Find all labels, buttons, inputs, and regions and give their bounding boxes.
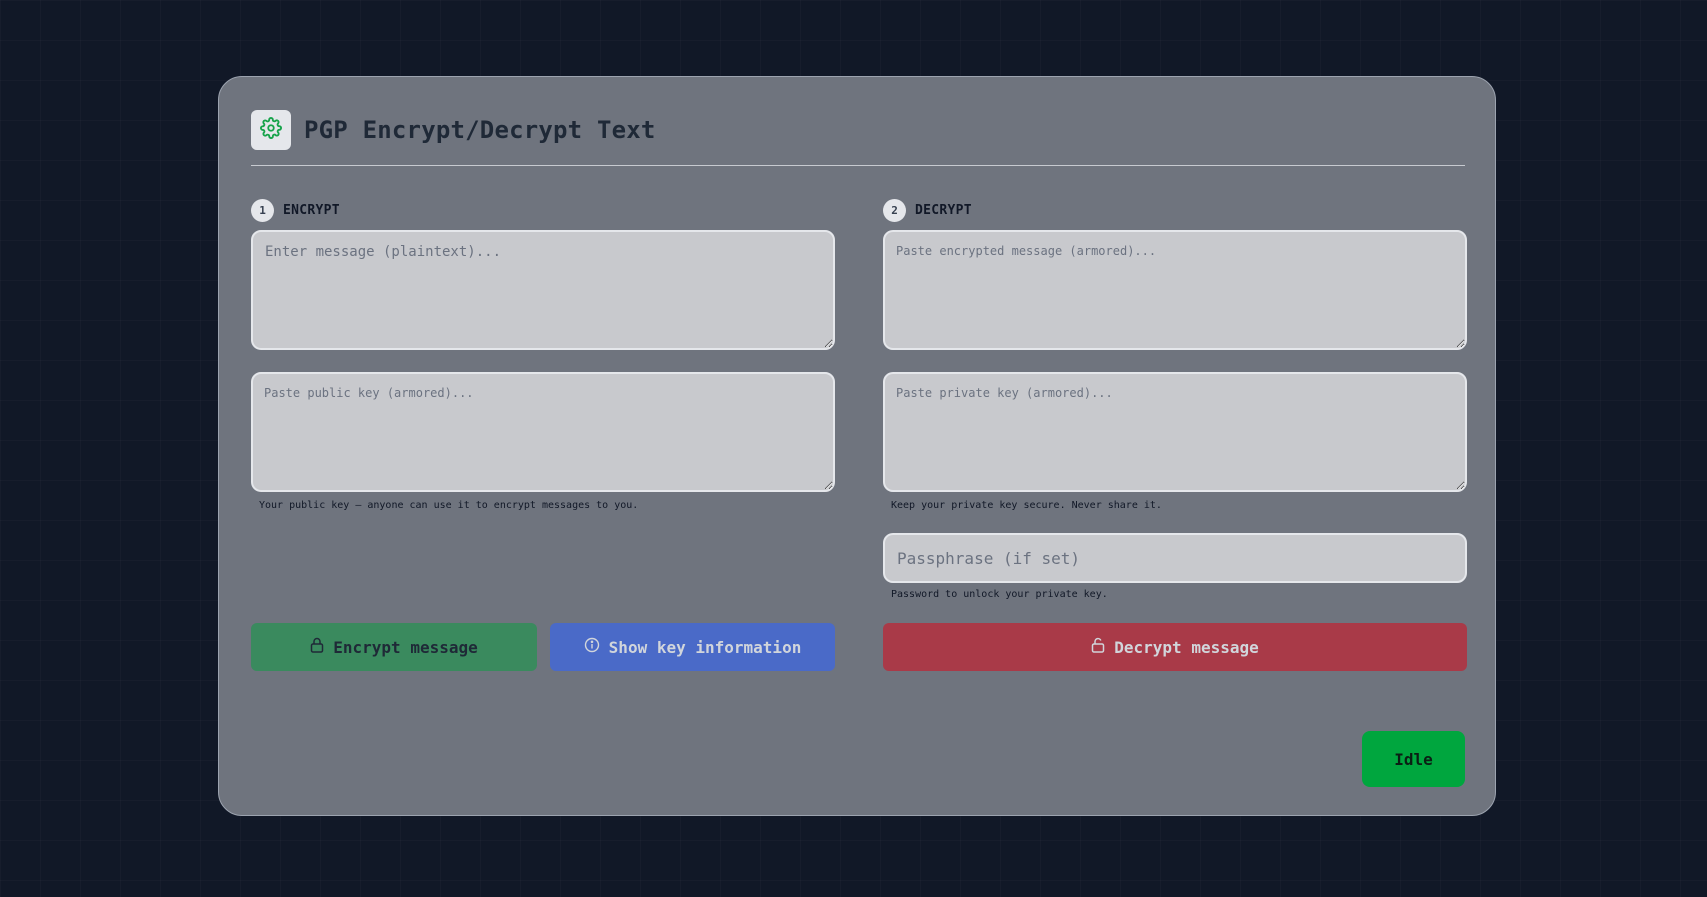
private-key-hint: Keep your private key secure. Never shar… [891,500,1162,511]
logo [251,110,291,150]
status-badge: Idle [1362,731,1465,787]
decrypt-button-label: Decrypt message [1114,637,1259,657]
encrypt-button[interactable]: Encrypt message [251,623,537,671]
header: PGP Encrypt/Decrypt Text [251,109,1465,151]
public-key-input[interactable] [251,372,835,492]
decrypt-section-header: 2 DECRYPT [883,198,972,222]
encrypt-section-label: ENCRYPT [283,202,340,218]
pgp-panel: PGP Encrypt/Decrypt Text 1 ENCRYPT Your … [218,76,1496,816]
encrypt-section-header: 1 ENCRYPT [251,198,340,222]
decrypt-section-label: DECRYPT [915,202,972,218]
decrypt-step-badge: 2 [883,198,906,222]
unlock-icon [1091,637,1114,657]
page-title: PGP Encrypt/Decrypt Text [304,116,656,144]
plaintext-message-input[interactable] [251,230,835,350]
show-key-info-label: Show key information [608,637,802,657]
passphrase-hint: Password to unlock your private key. [891,589,1108,600]
passphrase-input[interactable] [883,533,1467,583]
encrypt-button-label: Encrypt message [333,637,478,657]
lock-icon [310,637,333,657]
encrypt-step-badge: 1 [251,198,274,222]
header-divider [251,165,1465,166]
info-icon [584,637,609,657]
decrypt-button[interactable]: Decrypt message [883,623,1467,671]
public-key-hint: Your public key – anyone can use it to e… [259,500,639,511]
gear-icon [260,117,282,143]
private-key-input[interactable] [883,372,1467,492]
show-key-info-button[interactable]: Show key information [550,623,835,671]
encrypted-message-input[interactable] [883,230,1467,350]
